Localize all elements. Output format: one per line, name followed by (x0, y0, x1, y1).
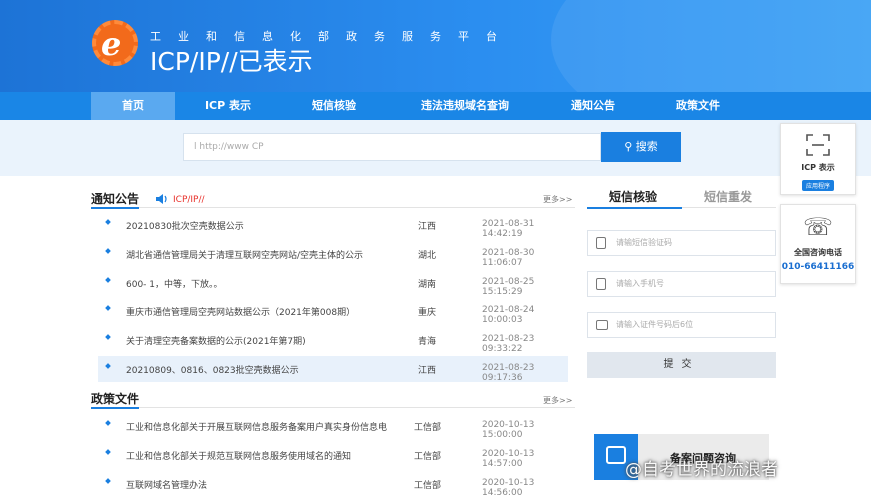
policy-title-underline (91, 407, 139, 409)
policy-more-link[interactable]: 更多>> (543, 395, 572, 406)
phone-icon (596, 237, 606, 249)
nav-policy[interactable]: 政策文件 (660, 92, 736, 120)
tab-sms-verify[interactable]: 短信核验 (609, 188, 657, 205)
side-phone-label: 全国咨询电话 (794, 248, 842, 257)
bullet-icon (105, 219, 111, 225)
submit-button[interactable]: 提交 (587, 352, 776, 378)
notice-date: 2021-08-25 15:15:29 (482, 277, 535, 297)
sms-code-field[interactable]: 请输短信验证码 (587, 230, 776, 256)
policy-row[interactable]: 互联网域名管理办法 工信部 2020-10-13 14:56:00 (98, 471, 568, 498)
nav-icp[interactable]: ICP 表示 (190, 92, 266, 120)
search-icon: ⚲ (624, 140, 633, 153)
policy-issuer: 工信部 (414, 452, 442, 462)
search-button[interactable]: ⚲ 搜索 (601, 132, 681, 162)
policy-date: 2020-10-13 15:00:00 (482, 420, 535, 440)
id-number-field[interactable]: 请输入证件号码后6位 (587, 312, 776, 338)
notice-title[interactable]: 20210830批次空壳数据公示 (126, 219, 244, 232)
id-placeholder: 请输入证件号码后6位 (616, 320, 694, 329)
sms-code-placeholder: 请输短信验证码 (616, 238, 672, 247)
notice-title[interactable]: 湖北省通信管理局关于清理互联网空壳网站/空壳主体的公示 (126, 248, 363, 261)
policy-row[interactable]: 工业和信息化部关于规范互联网信息服务使用域名的通知 工信部 2020-10-13… (98, 442, 568, 469)
notice-row[interactable]: 20210830批次空壳数据公示 江西 2021-08-31 14:42:19 (98, 212, 568, 239)
notice-date: 2021-08-23 09:17:36 (482, 363, 535, 383)
notice-date: 2021-08-23 09:33:22 (482, 334, 535, 354)
side-phone-number: 010-66411166 (781, 262, 855, 272)
nav-notices[interactable]: 通知公告 (555, 92, 631, 120)
policy-date: 2020-10-13 14:56:00 (482, 478, 535, 498)
id-card-icon (596, 320, 608, 330)
speaker-icon (156, 194, 167, 204)
bullet-icon (105, 277, 111, 283)
policy-rule (139, 407, 575, 408)
notice-row[interactable]: 重庆市通信管理局空壳网站数据公示（2021年第008期） 重庆 2021-08-… (98, 298, 568, 325)
side-card-icp[interactable]: ICP 表示 应用程序 (780, 123, 856, 195)
policy-issuer: 工信部 (414, 481, 442, 491)
nav-illegal-domain[interactable]: 违法违规域名查询 (410, 92, 520, 120)
policy-title: 政策文件 (91, 392, 140, 406)
notice-province: 湖南 (418, 280, 437, 290)
notice-title[interactable]: 重庆市通信管理局空壳网站数据公示（2021年第008期） (126, 305, 355, 318)
notice-row[interactable]: 湖北省通信管理局关于清理互联网空壳网站/空壳主体的公示 湖北 2021-08-3… (98, 241, 568, 268)
bullet-icon (105, 420, 111, 426)
phone-number-field[interactable]: 请输入手机号 (587, 271, 776, 297)
notice-province: 重庆 (418, 308, 437, 318)
notice-province: 江西 (418, 222, 437, 232)
notices-title-underline (91, 207, 139, 209)
phone-placeholder: 请输入手机号 (616, 279, 664, 288)
nav-sms-verify[interactable]: 短信核验 (296, 92, 372, 120)
notice-title[interactable]: 600- 1，中等，下放。。 (126, 277, 223, 290)
policy-doc-title[interactable]: 工业和信息化部关于开展互联网信息服务备案用户真实身份信息电 (126, 420, 387, 433)
mobile-icon (596, 278, 606, 290)
notices-title: 通知公告 (91, 192, 140, 206)
site-title: ICP/IP//已表示 (150, 47, 313, 76)
notice-title[interactable]: 20210809、0816、0823批空壳数据公示 (126, 363, 299, 376)
side-icp-label: ICP 表示 (801, 163, 835, 172)
bullet-icon (105, 449, 111, 455)
policy-row[interactable]: 工业和信息化部关于开展互联网信息服务备案用户真实身份信息电 工信部 2020-1… (98, 413, 568, 440)
nav-home[interactable]: 首页 (91, 92, 175, 120)
policy-doc-title[interactable]: 工业和信息化部关于规范互联网信息服务使用域名的通知 (126, 449, 351, 462)
notice-ticker[interactable]: ICP/IP// (173, 195, 205, 205)
policy-doc-title[interactable]: 互联网域名管理办法 (126, 478, 207, 491)
notices-rule (139, 207, 575, 208)
site-logo[interactable]: e (92, 20, 138, 66)
notice-row[interactable]: 关于清理空壳备案数据的公示(2021年第7期) 青海 2021-08-23 09… (98, 327, 568, 354)
notice-title[interactable]: 关于清理空壳备案数据的公示(2021年第7期) (126, 334, 306, 347)
bullet-icon (105, 248, 111, 254)
scan-icon (806, 134, 830, 156)
notice-row[interactable]: 600- 1，中等，下放。。 湖南 2021-08-25 15:15:29 (98, 270, 568, 297)
notice-date: 2021-08-30 11:06:07 (482, 248, 535, 268)
bullet-icon (105, 478, 111, 484)
chat-icon (606, 446, 626, 464)
notice-date: 2021-08-31 14:42:19 (482, 219, 535, 239)
header-decoration (551, 0, 871, 92)
side-icp-badge: 应用程序 (801, 180, 834, 191)
search-input[interactable]: l http://www CP (183, 133, 601, 161)
notice-date: 2021-08-24 10:00:03 (482, 305, 535, 325)
telephone-icon: ☏ (802, 213, 833, 241)
tab-sms-resend[interactable]: 短信重发 (704, 188, 752, 205)
search-button-label: 搜索 (635, 140, 658, 153)
policy-date: 2020-10-13 14:57:00 (482, 449, 535, 469)
policy-issuer: 工信部 (414, 423, 442, 433)
bullet-icon (105, 334, 111, 340)
notice-province: 江西 (418, 366, 437, 376)
notice-province: 湖北 (418, 251, 437, 261)
bullet-icon (105, 363, 111, 369)
bullet-icon (105, 305, 111, 311)
notices-more-link[interactable]: 更多>> (543, 194, 572, 205)
watermark: @自考世界的流浪者 (625, 460, 778, 480)
main-nav: 首页 ICP 表示 短信核验 违法违规域名查询 通知公告 政策文件 (0, 92, 871, 120)
site-header: e 工业和信息化部政务服务平台 ICP/IP//已表示 (0, 0, 871, 92)
notice-row[interactable]: 20210809、0816、0823批空壳数据公示 江西 2021-08-23 … (98, 356, 568, 383)
notice-province: 青海 (418, 337, 437, 347)
side-card-phone[interactable]: ☏ 全国咨询电话 010-66411166 (780, 204, 856, 284)
logo-letter: e (101, 25, 122, 63)
tab-active-underline (587, 207, 682, 209)
tab-rule (682, 207, 776, 208)
